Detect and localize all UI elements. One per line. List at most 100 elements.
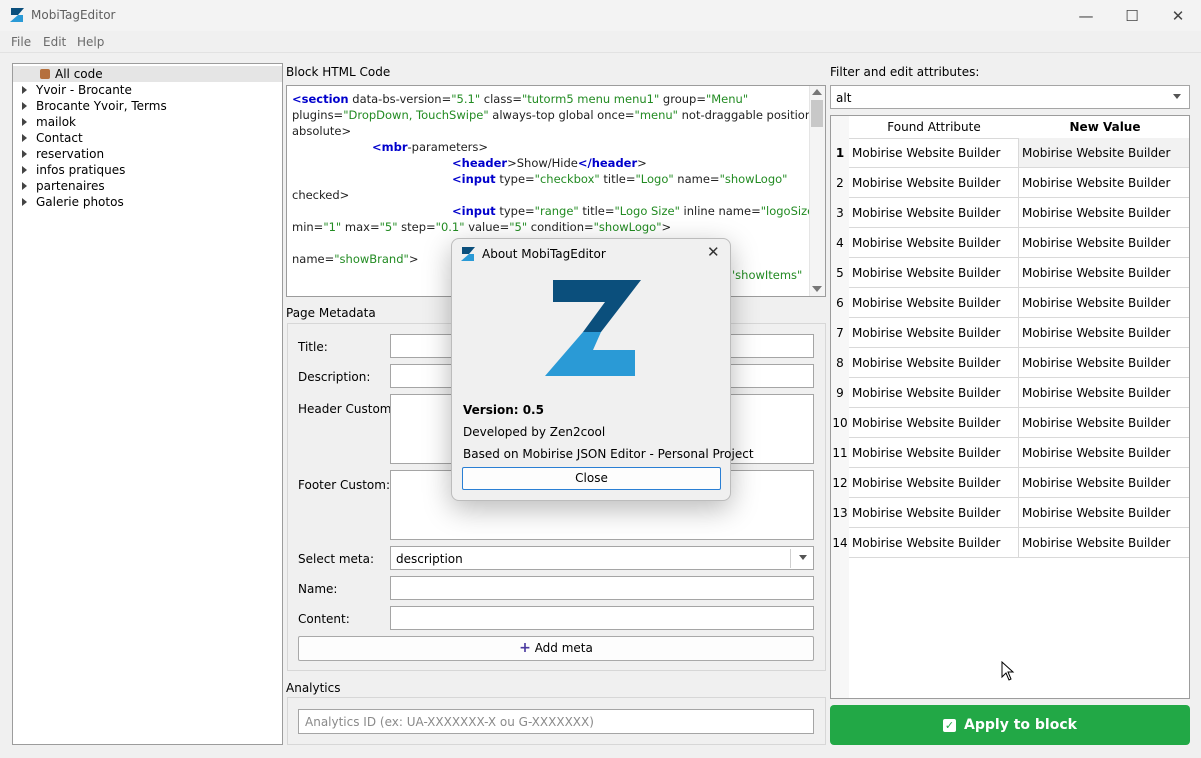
- row-number: 8: [831, 348, 849, 378]
- code-token: "tutorm5 menu menu1": [521, 92, 660, 106]
- new-value-cell[interactable]: Mobirise Website Builder: [1019, 198, 1189, 228]
- found-attribute-cell[interactable]: Mobirise Website Builder: [849, 468, 1019, 498]
- code-token: type=: [495, 172, 535, 186]
- new-value-cell[interactable]: Mobirise Website Builder: [1019, 438, 1189, 468]
- scroll-down-icon[interactable]: [812, 286, 822, 292]
- found-attribute-cell[interactable]: Mobirise Website Builder: [849, 528, 1019, 558]
- row-number: 11: [831, 438, 849, 468]
- expand-arrow-icon[interactable]: [22, 150, 27, 158]
- row-number: 5: [831, 258, 849, 288]
- row-number: 10: [831, 408, 849, 438]
- code-token: group=: [659, 92, 706, 106]
- found-attribute-cell[interactable]: Mobirise Website Builder: [849, 288, 1019, 318]
- found-attribute-cell[interactable]: Mobirise Website Builder: [849, 498, 1019, 528]
- column-found-attribute: Found Attribute: [849, 116, 1020, 139]
- code-token: >: [408, 252, 419, 266]
- table-row[interactable]: 4 Mobirise Website Builder Mobirise Websit…: [831, 228, 1189, 258]
- tree-item-label: mailok: [36, 115, 77, 129]
- table-row[interactable]: 2 Mobirise Website Builder Mobirise Websit…: [831, 168, 1189, 198]
- table-row[interactable]: 11 Mobirise Website Builder Mobirise Websi…: [831, 438, 1189, 468]
- filter-combo[interactable]: alt: [830, 85, 1190, 109]
- code-token: title=: [599, 172, 636, 186]
- found-attribute-cell[interactable]: Mobirise Website Builder: [849, 408, 1019, 438]
- new-value-cell[interactable]: Mobirise Website Builder: [1019, 348, 1189, 378]
- new-value-cell[interactable]: Mobirise Website Builder: [1019, 258, 1189, 288]
- menu-edit[interactable]: Edit: [43, 35, 66, 49]
- maximize-button[interactable]: ☐: [1109, 0, 1155, 31]
- code-token: <header: [452, 156, 508, 170]
- found-attribute-cell[interactable]: Mobirise Website Builder: [849, 348, 1019, 378]
- app-logo-icon: [460, 246, 476, 262]
- found-attribute-cell[interactable]: Mobirise Website Builder: [849, 138, 1019, 168]
- code-line: checked>: [292, 187, 349, 203]
- tree-item-all-code[interactable]: All code: [13, 66, 282, 82]
- close-button[interactable]: Close: [462, 467, 721, 490]
- found-attribute-cell[interactable]: Mobirise Website Builder: [849, 168, 1019, 198]
- menu-file[interactable]: File: [11, 35, 31, 49]
- table-row[interactable]: 13 Mobirise Website Builder Mobirise Websi…: [831, 498, 1189, 528]
- new-value-cell[interactable]: Mobirise Website Builder: [1019, 408, 1189, 438]
- new-value-cell[interactable]: Mobirise Website Builder: [1019, 378, 1189, 408]
- code-token: value=: [464, 220, 510, 234]
- table-row[interactable]: 12 Mobirise Website Builder Mobirise Websi…: [831, 468, 1189, 498]
- code-token: inline name=: [679, 204, 761, 218]
- select-meta-label: Select meta:: [298, 552, 375, 566]
- expand-arrow-icon[interactable]: [22, 102, 27, 110]
- expand-arrow-icon[interactable]: [22, 118, 27, 126]
- scroll-up-icon[interactable]: [812, 89, 822, 95]
- menu-help[interactable]: Help: [77, 35, 104, 49]
- page-tree[interactable]: All code Yvoir - Brocante Brocante Yvoir,…: [12, 63, 283, 745]
- code-token: <section: [292, 92, 349, 106]
- found-attribute-cell[interactable]: Mobirise Website Builder: [849, 438, 1019, 468]
- minimize-button[interactable]: —: [1063, 0, 1109, 31]
- found-attribute-cell[interactable]: Mobirise Website Builder: [849, 228, 1019, 258]
- footer-custom-label: Footer Custom:: [298, 478, 391, 492]
- table-row[interactable]: 8 Mobirise Website Builder Mobirise Websit…: [831, 348, 1189, 378]
- name-field[interactable]: [390, 576, 814, 600]
- code-line: <header>Show/Hide</header>: [452, 155, 647, 171]
- table-row[interactable]: 6 Mobirise Website Builder Mobirise Websit…: [831, 288, 1189, 318]
- table-row[interactable]: 10 Mobirise Website Builder Mobirise Websi…: [831, 408, 1189, 438]
- new-value-cell[interactable]: Mobirise Website Builder: [1019, 468, 1189, 498]
- table-row[interactable]: 5 Mobirise Website Builder Mobirise Websit…: [831, 258, 1189, 288]
- dialog-title: About MobiTagEditor: [482, 247, 606, 261]
- new-value-cell[interactable]: Mobirise Website Builder: [1019, 138, 1189, 168]
- table-row[interactable]: 9 Mobirise Website Builder Mobirise Websit…: [831, 378, 1189, 408]
- row-number: 2: [831, 168, 849, 198]
- apply-to-block-button[interactable]: ✓ Apply to block: [830, 705, 1190, 745]
- analytics-id-field[interactable]: Analytics ID (ex: UA-XXXXXXX-X ou G-XXXX…: [298, 709, 814, 734]
- expand-arrow-icon[interactable]: [22, 198, 27, 206]
- new-value-cell[interactable]: Mobirise Website Builder: [1019, 228, 1189, 258]
- table-row[interactable]: 14 Mobirise Website Builder Mobirise Websi…: [831, 528, 1189, 558]
- expand-arrow-icon[interactable]: [22, 166, 27, 174]
- table-row[interactable]: 3 Mobirise Website Builder Mobirise Websit…: [831, 198, 1189, 228]
- attributes-table[interactable]: Found Attribute New Value 1 Mobirise Webs…: [830, 115, 1190, 699]
- new-value-cell[interactable]: Mobirise Website Builder: [1019, 528, 1189, 558]
- expand-arrow-icon[interactable]: [22, 86, 27, 94]
- add-meta-button[interactable]: + Add meta: [298, 636, 814, 661]
- code-line: min="1" max="5" step="0.1" value="5" con…: [292, 219, 671, 235]
- expand-arrow-icon[interactable]: [22, 134, 27, 142]
- tree-item-label: Brocante Yvoir, Terms: [36, 99, 167, 113]
- new-value-cell[interactable]: Mobirise Website Builder: [1019, 168, 1189, 198]
- table-row[interactable]: 7 Mobirise Website Builder Mobirise Websit…: [831, 318, 1189, 348]
- close-window-button[interactable]: ✕: [1155, 0, 1201, 31]
- analytics-label: Analytics: [286, 681, 341, 695]
- code-token: "5.1": [451, 92, 481, 106]
- new-value-cell[interactable]: Mobirise Website Builder: [1019, 288, 1189, 318]
- new-value-cell[interactable]: Mobirise Website Builder: [1019, 498, 1189, 528]
- select-meta-combo[interactable]: description: [390, 546, 814, 570]
- developer-text: Developed by Zen2cool: [463, 425, 606, 439]
- code-scroll-thumb[interactable]: [811, 100, 823, 127]
- close-icon[interactable]: ✕: [707, 243, 720, 261]
- content-field[interactable]: [390, 606, 814, 630]
- found-attribute-cell[interactable]: Mobirise Website Builder: [849, 378, 1019, 408]
- found-attribute-cell[interactable]: Mobirise Website Builder: [849, 258, 1019, 288]
- expand-arrow-icon[interactable]: [22, 182, 27, 190]
- table-row[interactable]: 1 Mobirise Website Builder Mobirise Websit…: [831, 138, 1189, 168]
- description-label: Description:: [298, 370, 371, 384]
- found-attribute-cell[interactable]: Mobirise Website Builder: [849, 198, 1019, 228]
- new-value-cell[interactable]: Mobirise Website Builder: [1019, 318, 1189, 348]
- found-attribute-cell[interactable]: Mobirise Website Builder: [849, 318, 1019, 348]
- code-line: absolute>: [292, 123, 351, 139]
